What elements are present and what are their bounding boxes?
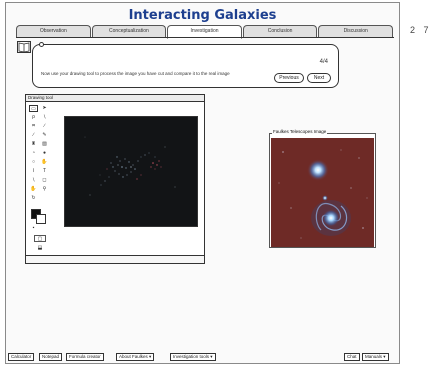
calculator-button[interactable]: Calculator — [8, 353, 35, 361]
drawing-tool-statusbar — [26, 255, 204, 263]
formula-creator-button[interactable]: Formula creator — [66, 353, 104, 361]
manuals-dropdown[interactable]: Manuals ▾ — [362, 353, 389, 361]
speech-dot-icon — [39, 42, 44, 47]
shape-tool-icon[interactable]: ◻ — [40, 177, 49, 184]
about-faulkes-dropdown[interactable]: About Faulkes ▾ — [116, 353, 155, 361]
marquee-tool-icon[interactable]: ▭ — [29, 105, 38, 112]
toolbox: ▭ ➤ ρ ∖ ⌗ ∕ ∕ ✎ ♜ ▨ ◔ ● ○ ✋ ⌇ T ∖ ◻ ✋ ⚲ … — [29, 105, 51, 251]
tab-conclusion[interactable]: Conclusion — [242, 25, 318, 37]
zoom-tool-icon[interactable]: ⚲ — [40, 186, 49, 193]
pen-tool-icon[interactable]: ⌇ — [29, 168, 38, 175]
chat-button[interactable]: Chat — [344, 353, 360, 361]
brush-tool-icon[interactable]: ∕ — [29, 132, 38, 139]
tab-discussion[interactable]: Discussion — [318, 25, 393, 37]
eraser-tool-icon[interactable]: ▨ — [40, 141, 49, 148]
app-title: Interacting Galaxies — [128, 8, 277, 23]
tab-observation[interactable]: Observation — [16, 25, 91, 37]
text-tool-icon[interactable]: T — [40, 168, 49, 175]
next-button[interactable]: Next — [307, 73, 331, 83]
page-counter: 4/4 — [319, 59, 328, 65]
app-window: Interacting Galaxies Observation Concept… — [5, 2, 400, 364]
investigation-tools-dropdown[interactable]: Investigation tools ▾ — [170, 353, 216, 361]
tab-bar: Observation Conceptualization Investigat… — [16, 25, 394, 39]
faulkes-image-title: Faulkes Telescopes Image — [272, 129, 328, 134]
drawing-tool-title: Drawing tool — [26, 95, 204, 102]
dodge-tool-icon[interactable]: ○ — [29, 159, 38, 166]
previous-button[interactable]: Previous — [274, 73, 304, 83]
swap-colors-icon[interactable]: ▪ — [29, 225, 38, 232]
background-color-swatch[interactable] — [36, 214, 46, 224]
blur-tool-icon[interactable]: ● — [40, 150, 49, 157]
page-margin-number: 2 7 — [410, 25, 432, 35]
stamp-tool-icon[interactable]: ♜ — [29, 141, 38, 148]
pencil-tool-icon[interactable]: ✎ — [40, 132, 49, 139]
rotate-tool-icon[interactable]: ↻ — [29, 195, 38, 202]
instruction-panel: 4/4 Now use your drawing tool to process… — [32, 44, 339, 88]
hand-tool-icon[interactable]: ✋ — [29, 186, 38, 193]
notepad-button[interactable]: Notepad — [39, 353, 63, 361]
crop-tool-icon[interactable]: ⌗ — [29, 123, 38, 130]
line-tool-icon[interactable]: ∖ — [29, 177, 38, 184]
tab-divider — [16, 37, 394, 38]
arrow-tool-icon[interactable]: ➤ — [40, 105, 49, 112]
drawing-canvas[interactable] — [64, 116, 198, 227]
drawing-tool-panel: Drawing tool ▭ ➤ ρ ∖ ⌗ ∕ ∕ ✎ ♜ ▨ ◔ ● ○ ✋… — [25, 94, 205, 264]
bottom-toolbar: Calculator Notepad Formula creator About… — [6, 352, 399, 363]
mask-mode-icon[interactable]: ▢ — [34, 235, 46, 242]
burn-tool-icon[interactable]: ✋ — [40, 159, 49, 166]
faulkes-galaxy-image — [271, 138, 374, 247]
screen-mode-icon[interactable]: ⬓ — [34, 245, 46, 252]
lasso-tool-icon[interactable]: ρ — [29, 114, 38, 121]
book-icon[interactable] — [17, 41, 31, 53]
magic-wand-icon[interactable]: ∖ — [40, 114, 49, 121]
faulkes-image-panel — [269, 133, 376, 248]
fill-tool-icon[interactable]: ◔ — [29, 150, 38, 157]
eyedropper-icon[interactable]: ∕ — [40, 123, 49, 130]
tab-conceptualization[interactable]: Conceptualization — [91, 25, 167, 37]
instruction-text: Now use your drawing tool to process the… — [41, 71, 230, 76]
